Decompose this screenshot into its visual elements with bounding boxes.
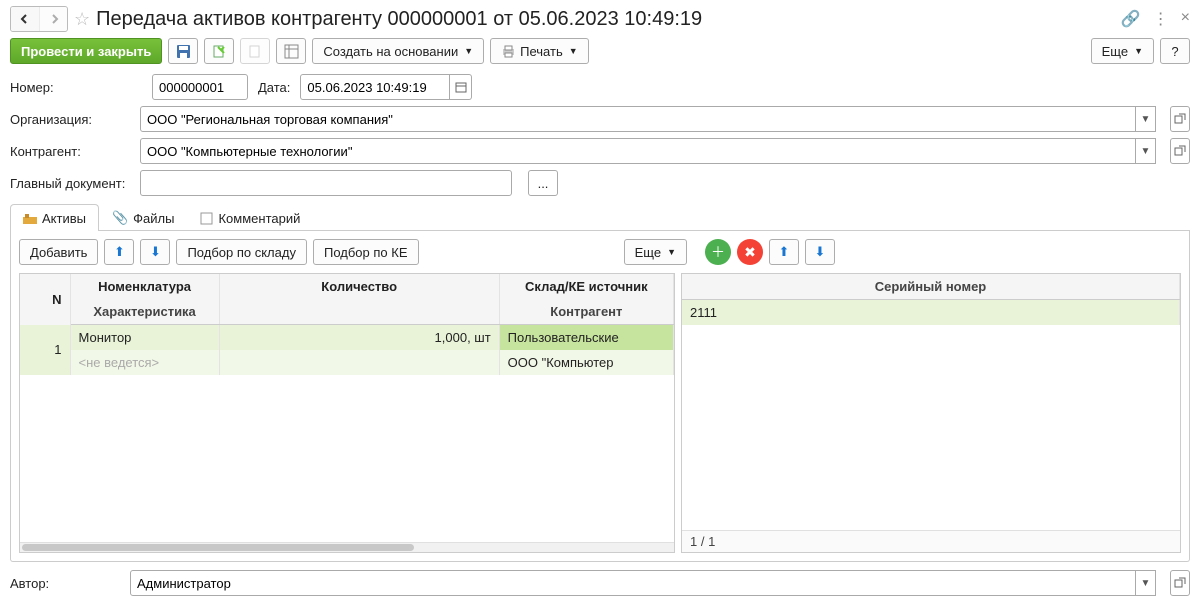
col-qty-header: Количество: [219, 274, 499, 299]
col-char-header: Характеристика: [70, 299, 219, 325]
nav-back-button[interactable]: [11, 7, 39, 31]
col-contr-header: Контрагент: [499, 299, 673, 325]
save-button[interactable]: [168, 38, 198, 64]
contractor-label: Контрагент:: [10, 144, 130, 159]
author-open-button[interactable]: [1170, 570, 1190, 596]
serial-add-button[interactable]: ＋: [705, 239, 731, 265]
page-title: Передача активов контрагенту 000000001 о…: [96, 8, 1115, 31]
unpost-button[interactable]: [240, 38, 270, 64]
date-label: Дата:: [258, 80, 290, 95]
pick-by-warehouse-button[interactable]: Подбор по складу: [176, 239, 307, 265]
tab-files[interactable]: 📎 Файлы: [99, 204, 188, 231]
movements-button[interactable]: [276, 38, 306, 64]
more-button[interactable]: Еще▼: [1091, 38, 1154, 64]
assets-more-button[interactable]: Еще▼: [624, 239, 687, 265]
tab-assets[interactable]: Активы: [10, 204, 99, 231]
tab-comment[interactable]: Комментарий: [187, 204, 313, 231]
add-row-button[interactable]: Добавить: [19, 239, 98, 265]
col-nomen-header: Номенклатура: [70, 274, 219, 299]
maindoc-input[interactable]: [140, 170, 512, 196]
maindoc-select-button[interactable]: ...: [528, 170, 558, 196]
help-button[interactable]: ?: [1160, 38, 1190, 64]
contractor-dropdown-button[interactable]: ▼: [1136, 138, 1156, 164]
print-button[interactable]: Печать▼: [490, 38, 589, 64]
serial-row[interactable]: 2111: [682, 300, 1180, 326]
move-up-button[interactable]: ⬆: [104, 239, 134, 265]
pick-by-ce-button[interactable]: Подбор по КЕ: [313, 239, 419, 265]
menu-dots-icon[interactable]: ⋮: [1153, 9, 1169, 29]
org-open-button[interactable]: [1170, 106, 1190, 132]
favorite-star-icon[interactable]: ☆: [74, 9, 90, 30]
contractor-input[interactable]: [140, 138, 1136, 164]
chevron-down-icon: ▼: [569, 46, 578, 56]
org-input[interactable]: [140, 106, 1136, 132]
serial-delete-button[interactable]: ✖: [737, 239, 763, 265]
serial-move-up-button[interactable]: ⬆: [769, 239, 799, 265]
nav-forward-button[interactable]: [39, 7, 67, 31]
post-button[interactable]: [204, 38, 234, 64]
serial-header: Серийный номер: [682, 274, 1180, 300]
table-row[interactable]: <не ведется> ООО "Компьютер: [20, 350, 674, 375]
assets-grid[interactable]: N Номенклатура Количество Склад/КЕ источ…: [19, 273, 675, 553]
serial-pager: 1 / 1: [682, 530, 1180, 552]
author-input[interactable]: [130, 570, 1136, 596]
close-icon[interactable]: ×: [1181, 9, 1190, 29]
paperclip-icon: 📎: [112, 210, 128, 226]
date-input[interactable]: [300, 74, 450, 100]
author-label: Автор:: [10, 576, 120, 591]
chevron-down-icon: ▼: [1134, 46, 1143, 56]
col-n-header: N: [20, 274, 70, 325]
serial-move-down-button[interactable]: ⬇: [805, 239, 835, 265]
calendar-icon[interactable]: [450, 74, 472, 100]
org-dropdown-button[interactable]: ▼: [1136, 106, 1156, 132]
horizontal-scrollbar[interactable]: [20, 542, 674, 552]
create-based-on-button[interactable]: Создать на основании▼: [312, 38, 484, 64]
link-icon[interactable]: 🔗: [1121, 9, 1141, 29]
chevron-down-icon: ▼: [464, 46, 473, 56]
serial-grid[interactable]: Серийный номер 2111 1 / 1: [681, 273, 1181, 553]
org-label: Организация:: [10, 112, 130, 127]
post-and-close-button[interactable]: Провести и закрыть: [10, 38, 162, 64]
table-row[interactable]: 1 Монитор 1,000, шт Пользовательские: [20, 325, 674, 351]
contractor-open-button[interactable]: [1170, 138, 1190, 164]
maindoc-label: Главный документ:: [10, 176, 130, 191]
number-label: Номер:: [10, 80, 54, 95]
col-source-header: Склад/КЕ источник: [499, 274, 673, 299]
number-input[interactable]: [152, 74, 248, 100]
move-down-button[interactable]: ⬇: [140, 239, 170, 265]
author-dropdown-button[interactable]: ▼: [1136, 570, 1156, 596]
